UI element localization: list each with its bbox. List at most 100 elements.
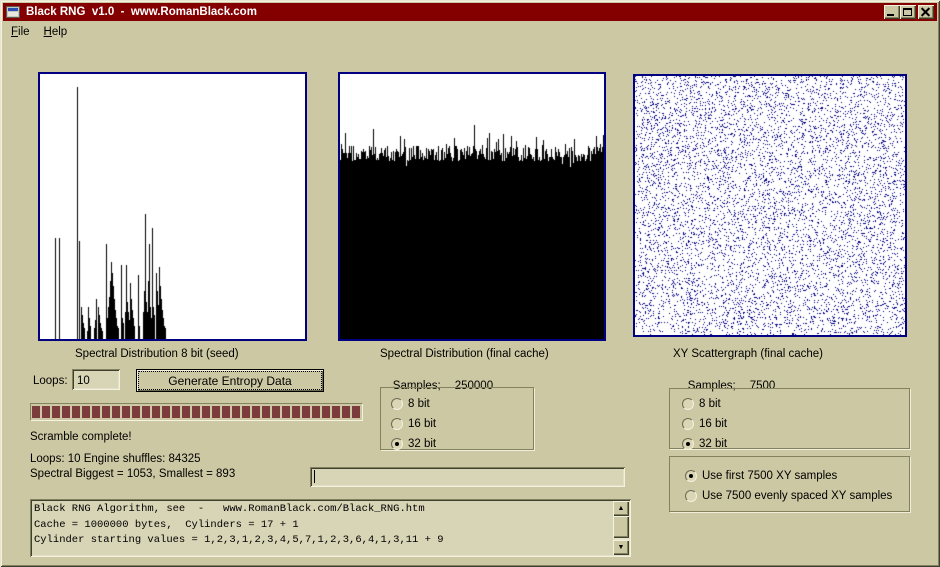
progress-segment [352,406,360,418]
progress-segment [302,406,310,418]
window-title: Black RNG v1.0 - www.RomanBlack.com [26,6,257,18]
maximize-button[interactable] [900,5,916,19]
spectral-final-canvas [340,74,604,339]
progress-segment [182,406,190,418]
progress-segment [252,406,260,418]
radio-option-32-bit[interactable]: 32 bit [682,434,909,454]
entry-field[interactable] [310,467,625,487]
progress-segment [262,406,270,418]
progress-segment [152,406,160,418]
radio-label: Use 7500 evenly spaced XY samples [702,490,892,502]
radio-option-16-bit[interactable]: 16 bit [682,414,909,434]
log-line: Black RNG Algorithm, see - www.RomanBlac… [34,502,611,518]
progress-segment [72,406,80,418]
scroll-up-button[interactable]: ▲ [613,501,629,516]
progress-segment [32,406,40,418]
app-window: Black RNG v1.0 - www.RomanBlack.com File… [0,0,940,567]
progress-segment [202,406,210,418]
maximize-icon [903,8,912,16]
progress-segment [102,406,110,418]
text-caret [314,470,315,483]
progress-segment [272,406,280,418]
app-icon-body [8,12,18,16]
radio-icon[interactable] [682,398,694,410]
loops-input[interactable] [72,369,120,390]
progress-segment [122,406,130,418]
progress-segment [322,406,330,418]
spectral-seed-chart [38,72,307,341]
spectral-seed-canvas [40,74,305,339]
radio-option-16-bit[interactable]: 16 bit [391,414,533,434]
scroll-thumb[interactable] [613,516,629,538]
radio-label: 16 bit [699,418,727,430]
radio-option-32-bit[interactable]: 32 bit [391,434,533,454]
radio-option-use-first-7500-xy-samples[interactable]: Use first 7500 XY samples [685,466,909,486]
radio-selected-icon[interactable] [685,470,697,482]
scatter-bits-group: 8 bit 16 bit 32 bit [669,388,910,449]
radio-label: 32 bit [699,438,727,450]
xy-scattergraph-chart [633,74,907,337]
progress-segment [222,406,230,418]
minimize-button[interactable] [884,5,900,19]
log-line: Cache = 1000000 bytes, Cylinders = 17 + … [34,518,611,534]
progress-segment [242,406,250,418]
log-text: Black RNG Algorithm, see - www.RomanBlac… [34,502,611,555]
radio-icon[interactable] [391,418,403,430]
spectral-final-caption: Spectral Distribution (final cache) [380,348,549,360]
progress-segment [332,406,340,418]
spectral-final-chart [338,72,606,341]
radio-icon[interactable] [391,398,403,410]
menu-item-file[interactable]: File [5,24,36,40]
app-icon-stripe [8,8,18,11]
radio-option-use-7500-evenly-spaced-xy-samples[interactable]: Use 7500 evenly spaced XY samples [685,486,909,506]
progress-segment [342,406,350,418]
scroll-down-button[interactable]: ▼ [613,540,629,555]
xy-scattergraph-caption: XY Scattergraph (final cache) [673,348,823,360]
generate-entropy-button[interactable]: Generate Entropy Data [136,369,324,392]
radio-option-8-bit[interactable]: 8 bit [682,394,909,414]
radio-selected-icon[interactable] [682,438,694,450]
spectral-seed-caption: Spectral Distribution 8 bit (seed) [75,348,239,360]
log-box[interactable]: Black RNG Algorithm, see - www.RomanBlac… [30,499,631,557]
log-line: Cylinder starting values = 1,2,3,1,2,3,4… [34,533,611,549]
scatter-mode-group: Use first 7500 XY samples Use 7500 evenly… [669,456,910,512]
close-icon [921,7,930,16]
radio-option-8-bit[interactable]: 8 bit [391,394,533,414]
radio-selected-icon[interactable] [391,438,403,450]
menubar: File Help [3,22,937,42]
menu-item-help[interactable]: Help [38,24,74,40]
progress-segment [312,406,320,418]
log-scrollbar[interactable]: ▲ ▼ [613,501,629,555]
progress-segment [212,406,220,418]
progress-segment [142,406,150,418]
window-controls [884,5,934,19]
status-loops-shuffles: Loops: 10 Engine shuffles: 84325 [30,453,201,465]
progress-segment [172,406,180,418]
progress-segment [92,406,100,418]
progress-segment [292,406,300,418]
progress-segment [62,406,70,418]
progress-segment [282,406,290,418]
status-scramble: Scramble complete! [30,431,132,443]
progress-segment [162,406,170,418]
radio-label: 16 bit [408,418,436,430]
app-icon[interactable] [6,6,20,18]
radio-icon[interactable] [685,490,697,502]
radio-label: 32 bit [408,438,436,450]
progress-segment [112,406,120,418]
titlebar[interactable]: Black RNG v1.0 - www.RomanBlack.com [3,3,937,21]
minimize-icon [887,14,894,16]
radio-icon[interactable] [682,418,694,430]
progress-segment [82,406,90,418]
progress-segment [52,406,60,418]
radio-label: 8 bit [699,398,721,410]
loops-label: Loops: [33,375,68,387]
close-button[interactable] [918,5,934,19]
status-spectral-range: Spectral Biggest = 1053, Smallest = 893 [30,468,235,480]
progress-segment [192,406,200,418]
progress-segment [132,406,140,418]
final-bits-group: 8 bit 16 bit 32 bit [380,387,534,450]
xy-scattergraph-canvas [635,76,905,335]
progress-segment [232,406,240,418]
progress-segment [42,406,50,418]
